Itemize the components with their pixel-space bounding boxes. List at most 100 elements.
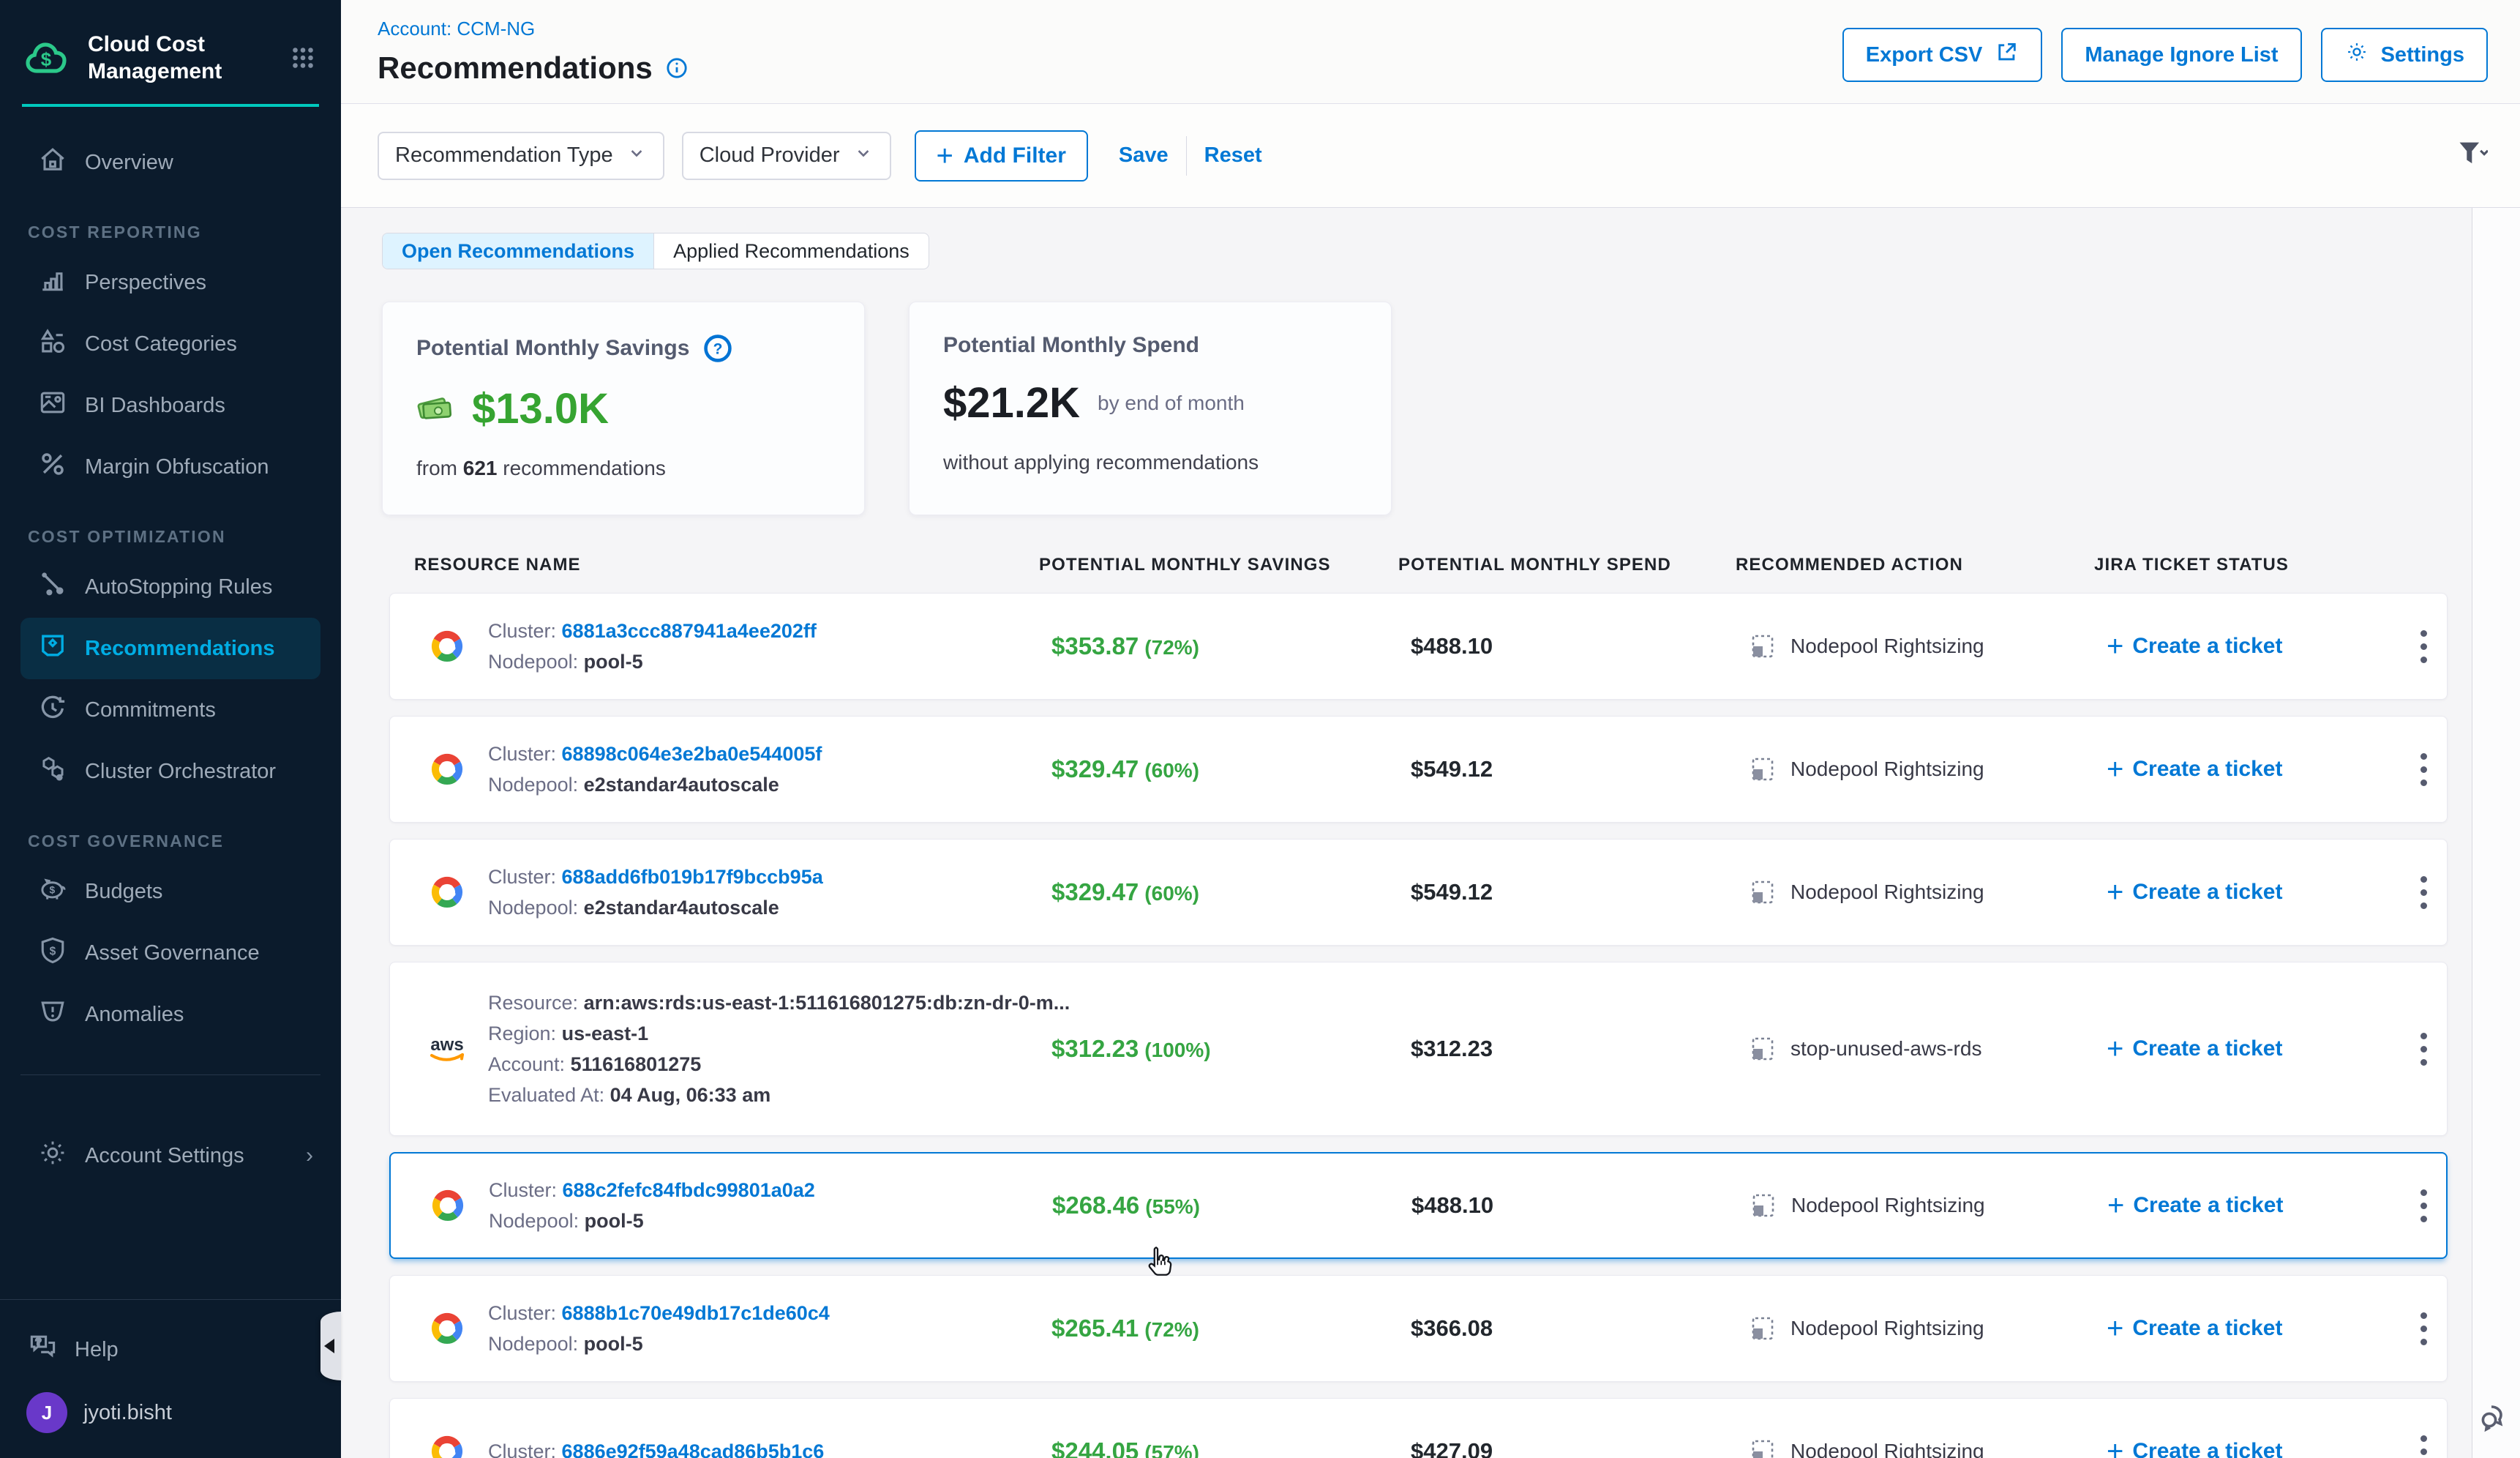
page-title: Recommendations — [378, 51, 653, 86]
field-label: Region: — [488, 1023, 562, 1044]
save-filter-button[interactable]: Save — [1119, 143, 1169, 168]
table-row[interactable]: Cluster: 68898c064e3e2ba0e544005fNodepoo… — [389, 716, 2448, 823]
sidebar-collapse-handle[interactable] — [320, 1312, 341, 1380]
app-switcher-button[interactable] — [290, 45, 316, 71]
tab-open-recommendations[interactable]: Open Recommendations — [383, 233, 654, 269]
resource-link[interactable]: 6888b1c70e49db17c1de60c4 — [562, 1302, 830, 1324]
filter-panel-toggle[interactable] — [2457, 138, 2488, 173]
table-row[interactable]: Cluster: 6888b1c70e49db17c1de60c4Nodepoo… — [389, 1275, 2448, 1382]
create-ticket-button[interactable]: +Create a ticket — [2107, 878, 2401, 907]
create-ticket-button[interactable]: +Create a ticket — [2107, 1034, 2401, 1063]
funnel-icon — [2457, 160, 2488, 173]
export-csv-button[interactable]: Export CSV — [1842, 28, 2043, 82]
main-area: Account: CCM-NG Recommendations Export C… — [341, 0, 2520, 1458]
help-button[interactable]: ? Help — [26, 1326, 315, 1373]
sidebar-item-account-settings[interactable]: Account Settings › — [20, 1125, 320, 1186]
spend-cell: $366.08 — [1411, 1315, 1748, 1342]
row-menu-button[interactable] — [2413, 869, 2434, 916]
create-ticket-button[interactable]: +Create a ticket — [2107, 1437, 2401, 1458]
cloud-dollar-logo: $ — [25, 39, 72, 77]
sidebar-item-overview[interactable]: Overview — [20, 132, 320, 193]
settings-button[interactable]: Settings — [2321, 28, 2488, 82]
user-menu[interactable]: J jyoti.bisht — [26, 1389, 315, 1436]
sidebar-item-margin-obfuscation[interactable]: Margin Obfuscation — [20, 436, 320, 498]
create-ticket-button[interactable]: +Create a ticket — [2107, 1191, 2401, 1220]
sidebar-item-label: Margin Obfuscation — [85, 455, 269, 479]
recommendation-type-dropdown[interactable]: Recommendation Type — [378, 132, 664, 180]
savings-cell: $329.47(60%) — [1051, 878, 1411, 906]
support-chat-button[interactable] — [2478, 1400, 2514, 1439]
svg-text:$: $ — [50, 945, 56, 957]
sidebar-item-autostopping-rules[interactable]: AutoStopping Rules — [20, 556, 320, 618]
breadcrumb-account-link[interactable]: Account: CCM-NG — [378, 18, 689, 40]
row-menu-button[interactable] — [2413, 1428, 2434, 1458]
recommendations-badge-icon — [37, 629, 69, 668]
row-menu-button[interactable] — [2413, 1182, 2434, 1230]
recommendations-tabs: Open Recommendations Applied Recommendat… — [382, 233, 929, 269]
sidebar-item-recommendations[interactable]: Recommendations — [20, 618, 320, 679]
sidebar-item-commitments[interactable]: Commitments — [20, 679, 320, 741]
table-row[interactable]: Cluster: 688c2fefc84fbdc99801a0a2Nodepoo… — [389, 1152, 2448, 1259]
resource-link[interactable]: 688c2fefc84fbdc99801a0a2 — [563, 1179, 815, 1201]
field-label: Cluster: — [488, 1440, 562, 1458]
savings-cell: $353.87(72%) — [1051, 632, 1411, 660]
manage-ignore-list-button[interactable]: Manage Ignore List — [2061, 28, 2301, 82]
autostopping-icon — [37, 568, 69, 606]
svg-text:?: ? — [36, 1336, 41, 1347]
savings-question-icon-slot[interactable]: ? — [702, 333, 733, 364]
sidebar-item-label: Perspectives — [85, 271, 206, 295]
sidebar-item-cluster-orchestrator[interactable]: Cluster Orchestrator — [20, 741, 320, 802]
external-link-icon — [1994, 46, 2019, 70]
tab-applied-recommendations[interactable]: Applied Recommendations — [654, 233, 929, 269]
sidebar-item-label: Asset Governance — [85, 941, 260, 965]
resource-link[interactable]: 6881a3ccc887941a4ee202ff — [562, 620, 817, 642]
sidebar-item-perspectives[interactable]: Perspectives — [20, 252, 320, 313]
create-ticket-button[interactable]: +Create a ticket — [2107, 632, 2401, 661]
create-ticket-button[interactable]: +Create a ticket — [2107, 755, 2401, 784]
resource-link[interactable]: 68898c064e3e2ba0e544005f — [562, 743, 822, 765]
spend-cell: $549.12 — [1411, 756, 1748, 782]
table-row[interactable]: Cluster: 688add6fb019b17f9bccb95aNodepoo… — [389, 839, 2448, 946]
resource-link[interactable]: 688add6fb019b17f9bccb95a — [562, 866, 823, 888]
piggy-bank-icon: $ — [37, 872, 69, 911]
row-menu-button[interactable] — [2413, 623, 2434, 670]
resource-cell: Cluster: 6886e92f59a48cad86b5b1c6 — [427, 1435, 1051, 1458]
sidebar-item-asset-governance[interactable]: $ Asset Governance — [20, 922, 320, 984]
table-row[interactable]: Cluster: 6886e92f59a48cad86b5b1c6 $244.0… — [389, 1398, 2448, 1458]
field-value: us-east-1 — [562, 1023, 649, 1044]
home-icon — [37, 143, 69, 182]
table-row[interactable]: Cluster: 6881a3ccc887941a4ee202ffNodepoo… — [389, 593, 2448, 700]
row-menu-button[interactable] — [2413, 1305, 2434, 1353]
sidebar-item-label: Cost Categories — [85, 332, 237, 356]
table-header-row: RESOURCE NAME POTENTIAL MONTHLY SAVINGS … — [389, 550, 2448, 580]
plus-icon: + — [2107, 1437, 2123, 1458]
bar-chart-icon — [37, 263, 69, 302]
field-value: pool-5 — [584, 651, 643, 673]
chevron-right-icon: › — [306, 1143, 313, 1168]
field-value: e2standar4autoscale — [584, 774, 779, 796]
col-recommended-action: RECOMMENDED ACTION — [1736, 555, 2094, 575]
gcp-icon — [427, 629, 468, 663]
plus-icon: + — [937, 141, 953, 171]
help-chat-icon-slot: ? — [26, 1331, 59, 1369]
spend-value: $21.2K — [943, 378, 1080, 427]
table-row[interactable]: aws Resource: arn:aws:rds:us-east-1:5116… — [389, 962, 2448, 1136]
reset-filter-button[interactable]: Reset — [1204, 143, 1262, 168]
plus-icon: + — [2107, 1191, 2124, 1220]
action-cell: Nodepool Rightsizing — [1748, 1314, 2107, 1343]
add-filter-button[interactable]: + Add Filter — [915, 130, 1088, 182]
sidebar-item-cost-categories[interactable]: Cost Categories — [20, 313, 320, 375]
create-ticket-button[interactable]: +Create a ticket — [2107, 1314, 2401, 1343]
savings-cell: $268.46(55%) — [1052, 1192, 1411, 1219]
row-menu-button[interactable] — [2413, 1025, 2434, 1073]
title-info-icon-slot[interactable] — [664, 56, 689, 81]
field-label: Cluster: — [488, 866, 562, 888]
sidebar-item-bi-dashboards[interactable]: BI Dashboards — [20, 375, 320, 436]
sidebar-item-budgets[interactable]: $ Budgets — [20, 861, 320, 922]
sidebar-item-anomalies[interactable]: Anomalies — [20, 984, 320, 1045]
row-menu-button[interactable] — [2413, 746, 2434, 793]
field-value: pool-5 — [584, 1333, 643, 1355]
cloud-provider-dropdown[interactable]: Cloud Provider — [682, 132, 891, 180]
recommendation-action-icon — [1748, 1034, 1777, 1063]
resource-link[interactable]: 6886e92f59a48cad86b5b1c6 — [562, 1440, 825, 1458]
